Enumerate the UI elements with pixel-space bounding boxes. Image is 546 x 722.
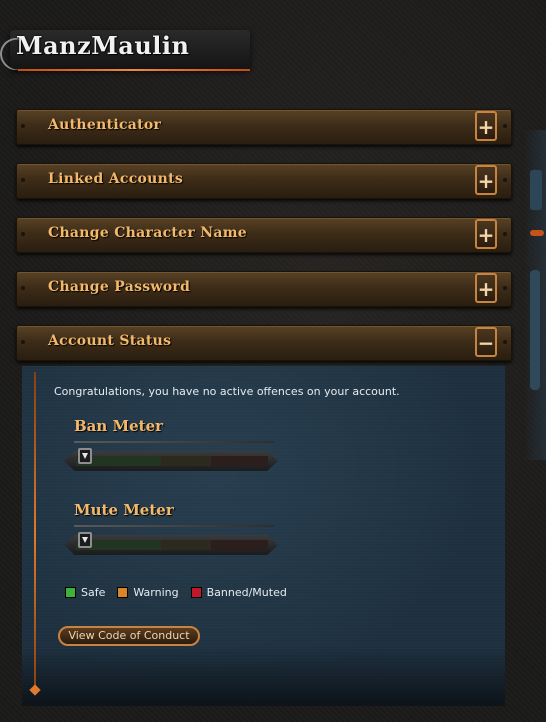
site-header: ManzMaulin [0,22,262,78]
rivet [21,340,25,344]
art-fragment [530,230,544,236]
accordion-label: Change Password [48,279,191,295]
expand-plus-icon[interactable]: + [475,219,497,249]
art-fragment [530,170,542,210]
accordion-authenticator[interactable]: Authenticator + [16,109,512,145]
rivet [503,178,507,182]
meter-banned-zone [211,456,268,466]
expand-plus-icon[interactable]: + [475,165,497,195]
legend-item-banned: Banned/Muted [190,586,287,599]
legend-swatch [117,587,129,598]
ban-meter-rule [74,441,274,443]
meter-pointer-icon [78,532,92,548]
mute-meter-title: Mute Meter [74,501,174,519]
ban-meter-title: Ban Meter [74,417,164,435]
meter-track [76,540,268,550]
rivet [21,178,25,182]
meter-legend: Safe Warning Banned/Muted [65,586,299,599]
character-name-title: ManzMaulin [16,31,190,60]
legend-label: Warning [133,586,179,599]
header-underline [18,69,250,71]
meter-track [76,456,268,466]
ban-meter [64,448,278,474]
legend-swatch [65,587,76,598]
rivet [21,232,25,236]
meter-pointer-icon [78,448,92,464]
accordion-label: Change Character Name [48,225,248,241]
accordion-account-status[interactable]: Account Status − [16,325,512,361]
expand-plus-icon[interactable]: + [475,273,497,303]
meter-warning-zone [161,540,211,550]
accordion-change-password[interactable]: Change Password + [16,271,512,307]
rivet [503,286,507,290]
status-message: Congratulations, you have no active offe… [54,385,400,398]
character-art-edge [524,130,546,460]
panel-orange-divider [34,372,36,694]
accordion-linked-accounts[interactable]: Linked Accounts + [16,163,512,199]
rivet [503,232,507,236]
accordion-label: Authenticator [48,117,162,133]
legend-label: Safe [81,586,106,599]
legend-item-warning: Warning [117,586,179,599]
meter-banned-zone [211,540,268,550]
panel-grunge-texture [22,646,505,706]
rivet [503,340,507,344]
rivet [503,124,507,128]
legend-label: Banned/Muted [206,586,287,599]
rivet [21,286,25,290]
legend-swatch [190,587,202,598]
mute-meter [64,532,278,558]
accordion-label: Account Status [48,333,172,349]
accordion-label: Linked Accounts [48,171,184,187]
rivet [21,124,25,128]
accordion-change-character-name[interactable]: Change Character Name + [16,217,512,253]
view-code-of-conduct-button[interactable]: View Code of Conduct [58,626,200,646]
expand-plus-icon[interactable]: + [475,111,497,141]
meter-warning-zone [161,456,211,466]
collapse-minus-icon[interactable]: − [475,327,497,357]
legend-item-safe: Safe [65,586,105,599]
mute-meter-rule [74,525,274,527]
art-fragment [530,270,540,390]
